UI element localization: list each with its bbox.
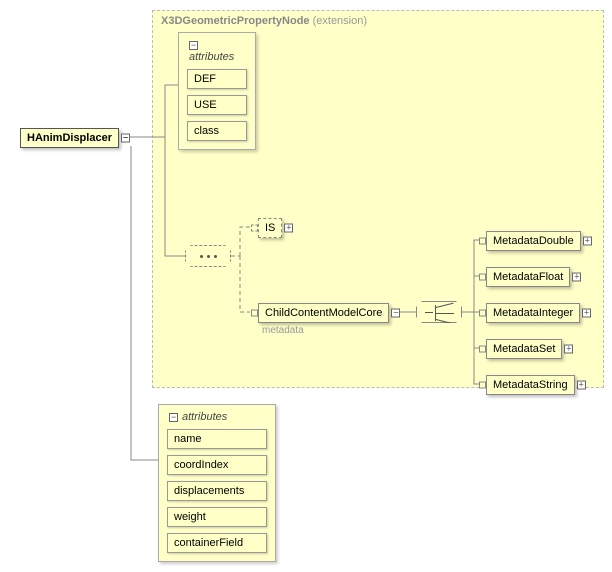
attr-item[interactable]: coordIndex xyxy=(167,455,267,475)
attr-item[interactable]: DEF xyxy=(187,69,247,89)
attributes-header: attributes xyxy=(189,39,247,63)
expand-icon[interactable] xyxy=(582,309,591,318)
choice-compositor[interactable] xyxy=(416,301,462,323)
metadata-label: MetadataInteger xyxy=(493,307,573,319)
connector-notch xyxy=(479,310,486,317)
metadata-node[interactable]: MetadataString xyxy=(486,375,575,395)
connector-notch xyxy=(479,274,486,281)
extension-title: X3DGeometricPropertyNode (extension) xyxy=(161,15,367,27)
metadata-label: MetadataFloat xyxy=(493,271,563,283)
expand-icon[interactable] xyxy=(572,273,581,282)
metadata-node[interactable]: MetadataSet xyxy=(486,339,562,359)
connector-notch xyxy=(251,310,258,317)
metadata-node[interactable]: MetadataFloat xyxy=(486,267,570,287)
expand-icon[interactable] xyxy=(121,134,130,143)
attr-item[interactable]: name xyxy=(167,429,267,449)
connector-notch xyxy=(251,225,258,232)
root-node[interactable]: HAnimDisplacer xyxy=(20,128,119,148)
expand-icon[interactable] xyxy=(564,345,573,354)
root-label: HAnimDisplacer xyxy=(27,132,112,144)
collapse-icon[interactable] xyxy=(189,41,198,50)
is-label: IS xyxy=(265,222,275,234)
connector-notch xyxy=(479,238,486,245)
metadata-node[interactable]: MetadataInteger xyxy=(486,303,580,323)
connector-notch xyxy=(479,346,486,353)
expand-icon[interactable] xyxy=(583,237,592,246)
expand-icon[interactable] xyxy=(284,224,293,233)
sequence-icon xyxy=(186,246,230,266)
child-core-label: ChildContentModelCore xyxy=(265,307,382,319)
choice-icon xyxy=(417,302,461,322)
attributes-header: attributes xyxy=(169,411,267,423)
attributes-panel-bottom: attributes name coordIndex displacements… xyxy=(158,404,276,562)
attributes-panel-top: attributes DEF USE class xyxy=(178,32,256,150)
child-core-caption: metadata xyxy=(262,325,304,336)
attr-item[interactable]: displacements xyxy=(167,481,267,501)
is-node[interactable]: IS xyxy=(258,218,282,238)
expand-icon[interactable] xyxy=(391,309,400,318)
child-content-model-core-node[interactable]: ChildContentModelCore xyxy=(258,303,389,323)
metadata-label: MetadataString xyxy=(493,379,568,391)
attr-item[interactable]: USE xyxy=(187,95,247,115)
metadata-node[interactable]: MetadataDouble xyxy=(486,231,581,251)
sequence-compositor[interactable] xyxy=(185,245,231,267)
attr-item[interactable]: weight xyxy=(167,507,267,527)
connector-notch xyxy=(479,382,486,389)
metadata-label: MetadataSet xyxy=(493,343,555,355)
expand-icon[interactable] xyxy=(577,381,586,390)
collapse-icon[interactable] xyxy=(169,413,178,422)
attr-item[interactable]: containerField xyxy=(167,533,267,553)
attr-item[interactable]: class xyxy=(187,121,247,141)
metadata-label: MetadataDouble xyxy=(493,235,574,247)
